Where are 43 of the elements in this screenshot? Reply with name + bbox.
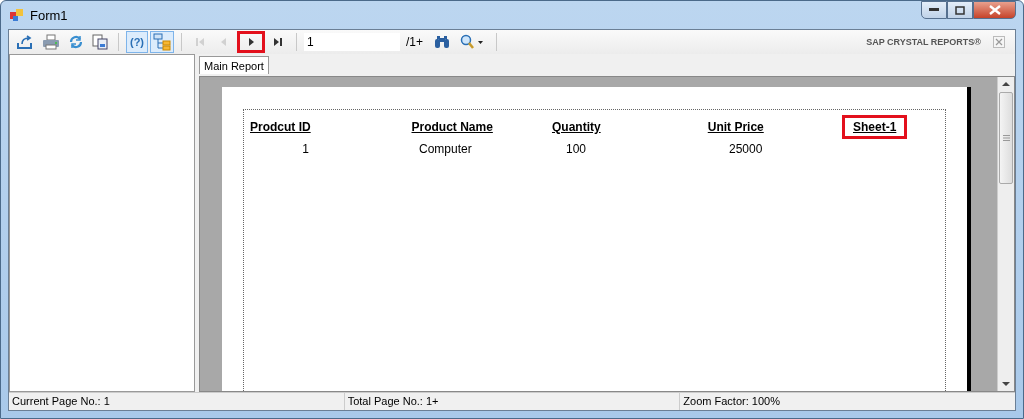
- column-header: Quantity: [550, 119, 602, 136]
- column-header: Unit Price: [706, 119, 765, 136]
- column-header: Sheet-1: [842, 115, 908, 139]
- window-title: Form1: [30, 7, 68, 23]
- column-header: Prodcut ID: [249, 119, 312, 136]
- close-viewer-button[interactable]: [993, 36, 1005, 48]
- status-text: Zoom Factor: 100%: [682, 394, 781, 409]
- tree-icon: [153, 33, 171, 51]
- previous-page-icon: [219, 37, 229, 47]
- close-button[interactable]: [973, 1, 1016, 19]
- page-number-field[interactable]: 1: [304, 33, 400, 51]
- next-button[interactable]: [237, 31, 265, 53]
- report-cell: 25000: [729, 142, 763, 156]
- refresh-icon: [68, 34, 84, 50]
- next-page-icon: [246, 37, 256, 47]
- scroll-up-icon: [1002, 81, 1010, 86]
- first-page-icon: [195, 37, 205, 47]
- page-total: /1+: [406, 35, 423, 49]
- vertical-scrollbar[interactable]: [997, 77, 1014, 391]
- app-icon: [10, 8, 24, 22]
- copy-icon: [92, 34, 108, 50]
- close-icon: [988, 5, 1001, 15]
- maximize-icon: [955, 5, 965, 15]
- maximize-button[interactable]: [947, 1, 973, 19]
- brand-label: SAP CRYSTAL REPORTS®: [866, 37, 981, 47]
- report-tab[interactable]: Main Report: [199, 56, 269, 74]
- report-cell: Computer: [419, 142, 472, 156]
- status-text: Current Page No.: 1: [9, 393, 345, 410]
- grip-icon: [1002, 135, 1010, 141]
- scroll-down-icon: [1002, 382, 1010, 387]
- report-cell: 100: [566, 142, 587, 156]
- binoculars-icon: [434, 35, 450, 49]
- minimize-button[interactable]: [921, 1, 947, 19]
- help-button[interactable]: (?): [126, 31, 148, 53]
- print-icon: [42, 34, 60, 50]
- zoom-icon: [460, 34, 484, 50]
- column-header: Product Name: [410, 119, 494, 136]
- copy-button[interactable]: [89, 31, 111, 53]
- report-cell: 1: [302, 142, 309, 156]
- export-icon: [16, 34, 34, 50]
- last-page-icon: [273, 37, 283, 47]
- minimize-icon: [929, 8, 939, 12]
- status-text: Total Page No.: 1+: [344, 393, 681, 410]
